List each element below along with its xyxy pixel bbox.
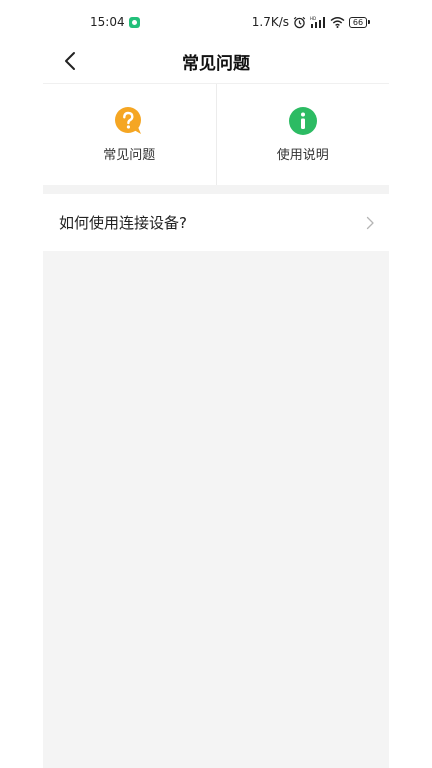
chevron-left-icon (65, 52, 75, 70)
list-item[interactable]: 如何使用连接设备? (43, 194, 389, 251)
nav-bar: 常见问题 (43, 40, 389, 82)
tab-faq[interactable]: 常见问题 (43, 84, 216, 185)
status-left: 15:04 (90, 15, 140, 29)
battery-level: 66 (349, 16, 367, 28)
wifi-icon (330, 17, 345, 28)
question-bubble-icon (115, 107, 142, 134)
status-right: 1.7K/s HD 66 (252, 15, 370, 29)
back-button[interactable] (57, 48, 83, 74)
content-area (43, 251, 389, 768)
chevron-right-icon (366, 216, 374, 229)
network-speed: 1.7K/s (251, 15, 289, 29)
section-divider (43, 185, 389, 194)
hd-signal-icon: HD (310, 16, 325, 28)
battery-tip (368, 20, 370, 24)
faq-question: 如何使用连接设备? (59, 214, 187, 232)
tab-instructions-label: 使用说明 (276, 148, 329, 163)
svg-text:HD: HD (310, 16, 316, 21)
tab-faq-label: 常见问题 (103, 148, 156, 163)
app-notification-icon (128, 16, 140, 28)
tab-instructions[interactable]: 使用说明 (217, 84, 390, 185)
tab-card: 常见问题 使用说明 (43, 83, 389, 185)
status-bar: 15:04 1.7K/s HD 66 (0, 0, 432, 44)
battery-icon: 66 (349, 16, 370, 28)
alarm-icon (293, 16, 306, 28)
info-circle-icon (288, 107, 317, 135)
page-title: 常见问题 (182, 53, 250, 74)
status-time: 15:04 (90, 15, 125, 29)
